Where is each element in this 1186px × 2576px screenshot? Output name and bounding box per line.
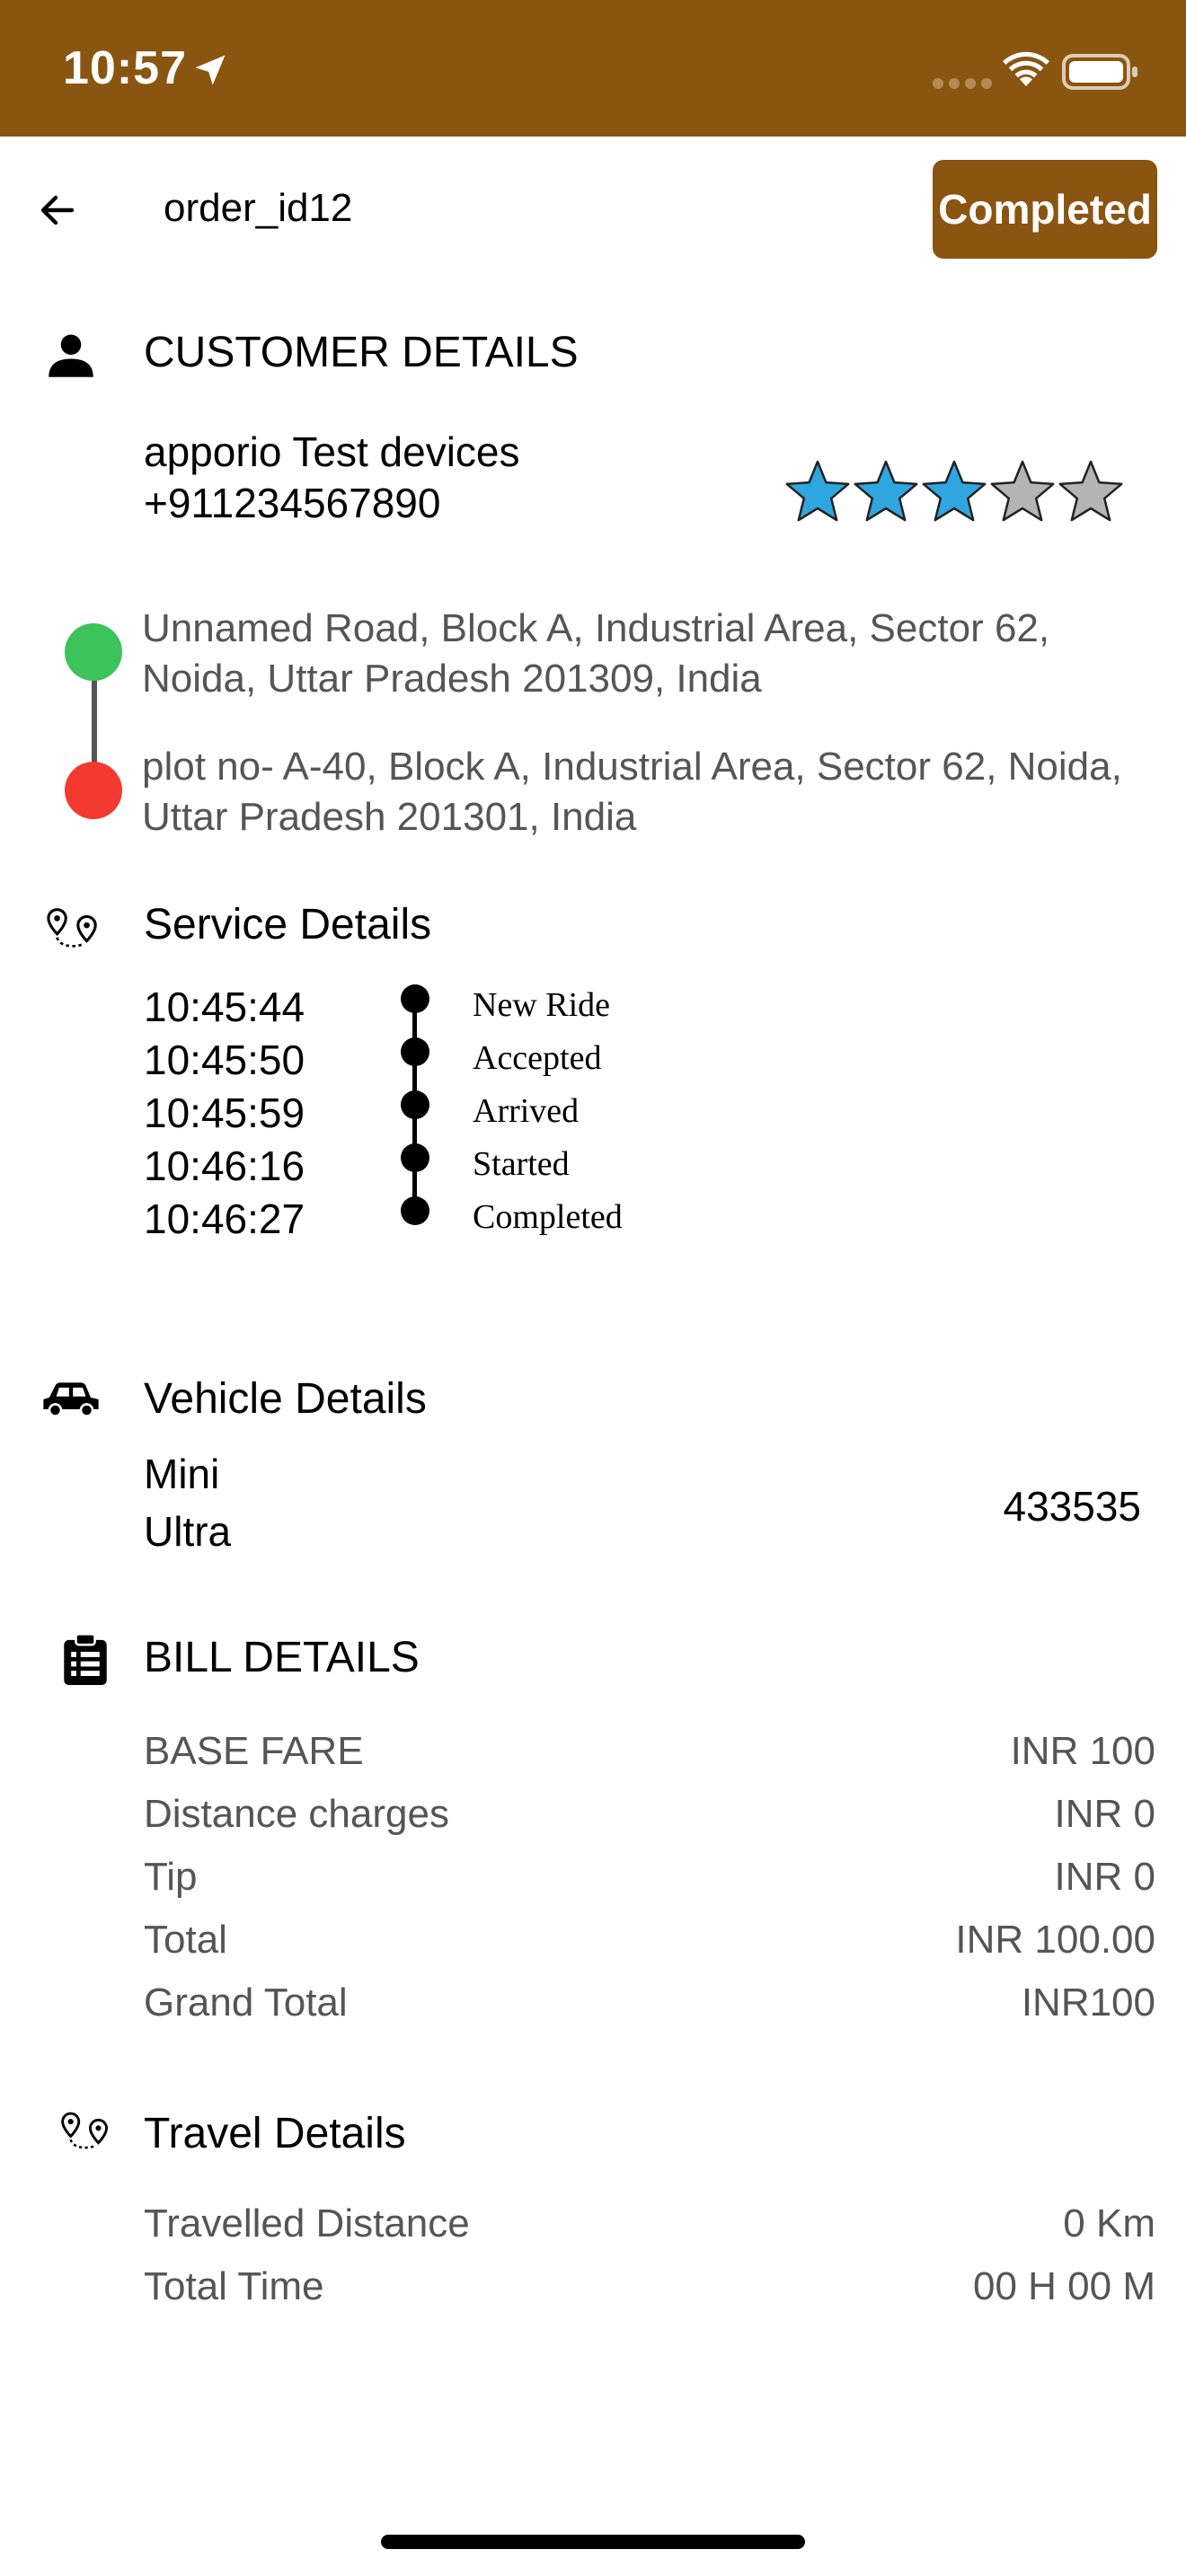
travel-row-value: 00 H 00 M — [973, 2264, 1155, 2308]
customer-name: apporio Test devices — [144, 428, 520, 475]
order-id: order_id12 — [164, 186, 353, 230]
timeline-status: Completed — [473, 1198, 623, 1236]
timeline-time: 10:46:27 — [144, 1195, 305, 1242]
route-pins-icon — [47, 908, 97, 948]
vehicle-type: Mini — [144, 1451, 220, 1497]
location-arrow-icon — [195, 55, 226, 85]
bill-row-label: Tip — [144, 1855, 198, 1899]
service-details-title: Service Details — [144, 901, 432, 948]
timeline-time: 10:45:50 — [144, 1037, 305, 1083]
timeline-dot-icon — [401, 1090, 429, 1119]
timeline-status: Accepted — [473, 1039, 602, 1077]
customer-details-title: CUSTOMER DETAILS — [144, 329, 579, 376]
bill-row-label: Grand Total — [144, 1981, 348, 2025]
travel-details-title: Travel Details — [144, 2110, 406, 2157]
star-filled-icon — [922, 460, 987, 522]
home-indicator[interactable] — [381, 2535, 805, 2549]
screen: 10:57 order_id12 Completed CUSTOMER DETA… — [0, 0, 1186, 2576]
bill-details-title: BILL DETAILS — [144, 1634, 420, 1681]
timeline-dot-icon — [401, 1196, 429, 1225]
status-badge[interactable]: Completed — [933, 160, 1157, 259]
vehicle-details-title: Vehicle Details — [144, 1375, 427, 1423]
status-bar: 10:57 — [0, 0, 1186, 137]
rating-stars — [785, 460, 1123, 522]
bill-row-value: INR 100.00 — [955, 1918, 1155, 1962]
bill-row-label: Distance charges — [144, 1792, 449, 1836]
timeline-dot-icon — [401, 1037, 429, 1066]
bill-row-value: INR 100 — [1010, 1729, 1155, 1773]
customer-phone[interactable]: +911234567890 — [144, 479, 440, 527]
timeline-time: 10:45:59 — [144, 1090, 305, 1136]
bill-row-label: Total — [144, 1918, 227, 1962]
cellular-dots-icon — [933, 77, 997, 93]
drop-address: plot no- A-40, Block A, Industrial Area,… — [142, 745, 1122, 839]
clipboard-list-icon — [64, 1633, 107, 1685]
star-empty-icon — [990, 460, 1055, 522]
battery-icon — [1062, 54, 1137, 90]
timeline-time: 10:46:16 — [144, 1142, 305, 1189]
timeline-dot-icon — [401, 984, 429, 1013]
travel-row-label: Total Time — [144, 2264, 324, 2308]
pickup-address: Unnamed Road, Block A, Industrial Area, … — [142, 606, 1050, 701]
person-icon — [49, 334, 93, 377]
timeline-status: New Ride — [473, 986, 611, 1024]
bill-row-value: INR100 — [1021, 1981, 1155, 2025]
timeline-time: 10:45:44 — [144, 984, 305, 1030]
vehicle-number: 433535 — [1003, 1483, 1142, 1530]
wifi-icon — [1003, 51, 1049, 86]
bill-row-label: BASE FARE — [144, 1729, 364, 1773]
drop-dot-icon — [65, 762, 122, 819]
status-time: 10:57 — [63, 42, 187, 94]
star-filled-icon — [785, 460, 850, 522]
pickup-dot-icon — [65, 623, 122, 681]
arrow-left-icon[interactable] — [36, 189, 79, 232]
timeline-dot-icon — [401, 1143, 429, 1172]
travel-row-label: Travelled Distance — [144, 2201, 470, 2245]
route-pins-icon — [61, 2112, 109, 2149]
star-filled-icon — [854, 460, 918, 522]
star-empty-icon — [1058, 460, 1123, 522]
timeline-status: Arrived — [473, 1092, 580, 1130]
travel-row-value: 0 Km — [1063, 2201, 1155, 2245]
timeline-status: Started — [473, 1145, 570, 1183]
car-icon — [43, 1382, 99, 1417]
bill-row-value: INR 0 — [1054, 1855, 1155, 1899]
vehicle-model: Ultra — [144, 1508, 232, 1555]
bill-row-value: INR 0 — [1054, 1792, 1155, 1836]
